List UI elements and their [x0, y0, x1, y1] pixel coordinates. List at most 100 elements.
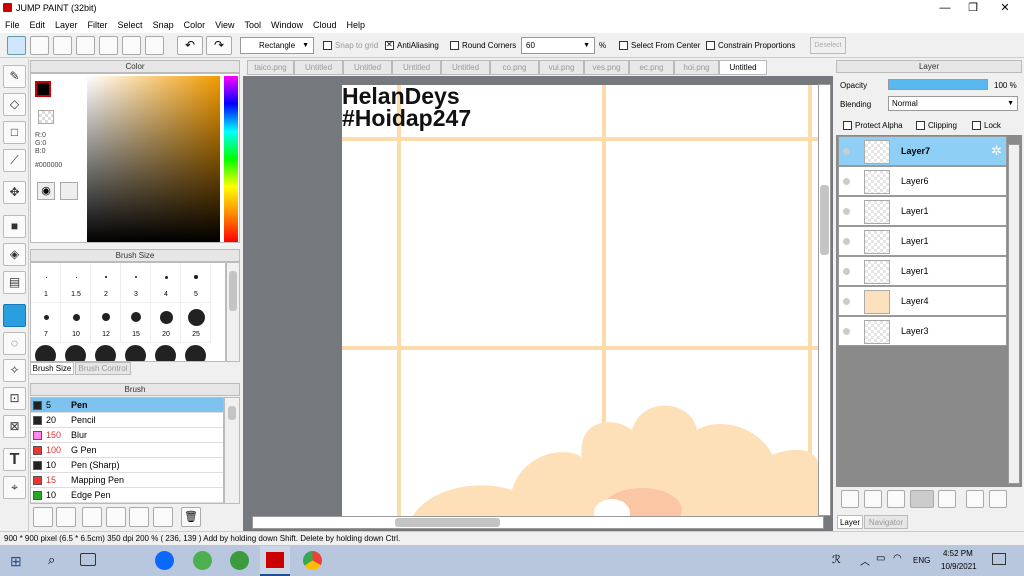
- visibility-icon[interactable]: [843, 148, 850, 155]
- select-pen-icon[interactable]: ⊡: [3, 387, 26, 410]
- menu-help[interactable]: Help: [342, 17, 371, 33]
- blending-select[interactable]: Normal ▼: [888, 96, 1018, 111]
- brush-list-scrollbar[interactable]: [224, 397, 240, 504]
- snap-to-grid-checkbox[interactable]: Snap to grid: [323, 41, 378, 51]
- brush-item[interactable]: 15 Mapping Pen: [31, 473, 223, 488]
- saturation-value-picker[interactable]: [87, 76, 220, 242]
- windows-start-icon[interactable]: ⊞: [10, 553, 22, 570]
- document-tab[interactable]: ves.png: [584, 60, 629, 75]
- battery-icon[interactable]: ▭: [876, 553, 885, 564]
- gear-icon[interactable]: ✲: [991, 143, 1002, 159]
- task-view-icon[interactable]: [80, 553, 96, 566]
- clock-time[interactable]: 4:52 PM: [943, 549, 973, 558]
- bucket-tool-icon[interactable]: ◈: [3, 243, 26, 266]
- clipping-checkbox[interactable]: Clipping: [916, 121, 957, 131]
- canvas-vertical-scrollbar[interactable]: [818, 84, 831, 516]
- document-tab[interactable]: Untitled: [392, 60, 441, 75]
- menu-select[interactable]: Select: [113, 17, 148, 33]
- eraser-tool-icon[interactable]: ◇: [3, 93, 26, 116]
- brush-item[interactable]: 100 G Pen: [31, 443, 223, 458]
- undo-icon[interactable]: ↶: [177, 36, 203, 55]
- menu-view[interactable]: View: [210, 17, 239, 33]
- menu-tool[interactable]: Tool: [239, 17, 266, 33]
- app-icon-2[interactable]: [193, 551, 212, 570]
- comment-icon[interactable]: [53, 36, 72, 55]
- app-icon-3[interactable]: [230, 551, 249, 570]
- document-tab[interactable]: taico.png: [247, 60, 294, 75]
- wifi-icon[interactable]: ◠: [893, 553, 902, 564]
- select-eraser-icon[interactable]: ⊠: [3, 415, 26, 438]
- person-icon[interactable]: ℛ: [832, 553, 841, 566]
- new-text-layer-icon[interactable]: [864, 490, 882, 508]
- layer-row[interactable]: Layer1: [838, 226, 1007, 256]
- brush-item[interactable]: 10 Edge Pen: [31, 488, 223, 503]
- new-brush-icon[interactable]: [56, 507, 76, 527]
- layer-row[interactable]: Layer1: [838, 256, 1007, 286]
- canvas-paper[interactable]: HelanDeys #Hoidap247: [342, 85, 818, 517]
- menu-window[interactable]: Window: [266, 17, 308, 33]
- rect-tool-icon[interactable]: □: [3, 121, 26, 144]
- brush-size-cell[interactable]: 20: [151, 303, 181, 343]
- new-layer-alt-icon[interactable]: [887, 490, 905, 508]
- lasso-tool-icon[interactable]: ◌: [3, 332, 26, 355]
- document-tab[interactable]: Untitled: [343, 60, 392, 75]
- visibility-icon[interactable]: [843, 238, 850, 245]
- folder-icon[interactable]: [129, 507, 149, 527]
- language-indicator[interactable]: ENG: [913, 556, 930, 565]
- brush-size-cell[interactable]: 3: [121, 263, 151, 303]
- fill-rect-tool-icon[interactable]: ■: [3, 215, 26, 238]
- search-icon[interactable]: ⌕: [48, 552, 55, 568]
- document-tab[interactable]: hoi.png: [674, 60, 719, 75]
- visibility-icon[interactable]: [843, 268, 850, 275]
- layer-row[interactable]: Layer7 ✲: [838, 136, 1007, 166]
- merge-layer-icon[interactable]: [989, 490, 1007, 508]
- select-from-center-checkbox[interactable]: Select From Center: [619, 41, 700, 51]
- gradient-tool-icon[interactable]: ▤: [3, 271, 26, 294]
- share-icon[interactable]: [30, 36, 49, 55]
- new-layer-icon[interactable]: [841, 490, 859, 508]
- brush-item[interactable]: 10 Pen (Sharp): [31, 458, 223, 473]
- copy-brush-icon[interactable]: [106, 507, 126, 527]
- protect-alpha-checkbox[interactable]: Protect Alpha: [843, 121, 903, 131]
- brush-size-cell[interactable]: 1: [31, 263, 61, 303]
- round-corners-checkbox[interactable]: Round Corners: [450, 41, 516, 51]
- brush-item[interactable]: 150 Blur: [31, 428, 223, 443]
- tab-navigator[interactable]: Navigator: [864, 515, 908, 529]
- settings-page-icon[interactable]: [122, 36, 141, 55]
- line-tool-icon[interactable]: ⟋: [3, 149, 26, 172]
- document-tab[interactable]: ec.png: [629, 60, 674, 75]
- redo-icon[interactable]: ↷: [206, 36, 232, 55]
- brush-item[interactable]: 20 Pencil: [31, 413, 223, 428]
- layer-list-scrollbar[interactable]: [1008, 144, 1020, 484]
- layer-menu-icon[interactable]: [910, 490, 934, 508]
- menu-snap[interactable]: Snap: [148, 17, 179, 33]
- visibility-icon[interactable]: [843, 328, 850, 335]
- visibility-icon[interactable]: [843, 178, 850, 185]
- brush-size-scrollbar[interactable]: [226, 262, 240, 362]
- menu-filter[interactable]: Filter: [83, 17, 113, 33]
- eyedropper-icon[interactable]: ⌖: [3, 476, 26, 499]
- menu-edit[interactable]: Edit: [25, 17, 51, 33]
- tab-brush-size[interactable]: Brush Size: [30, 362, 74, 375]
- magic-wand-icon[interactable]: ✧: [3, 359, 26, 382]
- brush-size-cell[interactable]: 2: [91, 263, 121, 303]
- layer-row[interactable]: Layer6: [838, 166, 1007, 196]
- tab-layer[interactable]: Layer: [837, 515, 863, 529]
- brush-size-cell[interactable]: 25: [181, 303, 211, 343]
- trash-icon[interactable]: 🗑: [181, 507, 201, 527]
- note-icon[interactable]: [76, 36, 95, 55]
- corner-value-input[interactable]: 60 ▼: [521, 37, 595, 54]
- brush-size-cell[interactable]: 4: [151, 263, 181, 303]
- duplicate-icon[interactable]: [153, 507, 173, 527]
- page-icon[interactable]: [99, 36, 118, 55]
- layer-row[interactable]: Layer4: [838, 286, 1007, 316]
- foreground-color-swatch[interactable]: [35, 81, 51, 97]
- document-tab[interactable]: Untitled: [719, 60, 767, 75]
- document-tab[interactable]: Untitled: [441, 60, 490, 75]
- grid-icon[interactable]: [145, 36, 164, 55]
- antialiasing-checkbox[interactable]: AntiAliasing: [385, 40, 439, 51]
- visibility-icon[interactable]: [843, 208, 850, 215]
- visibility-icon[interactable]: [843, 298, 850, 305]
- zalo-app-icon[interactable]: [155, 551, 174, 570]
- layer-folder-icon[interactable]: [938, 490, 956, 508]
